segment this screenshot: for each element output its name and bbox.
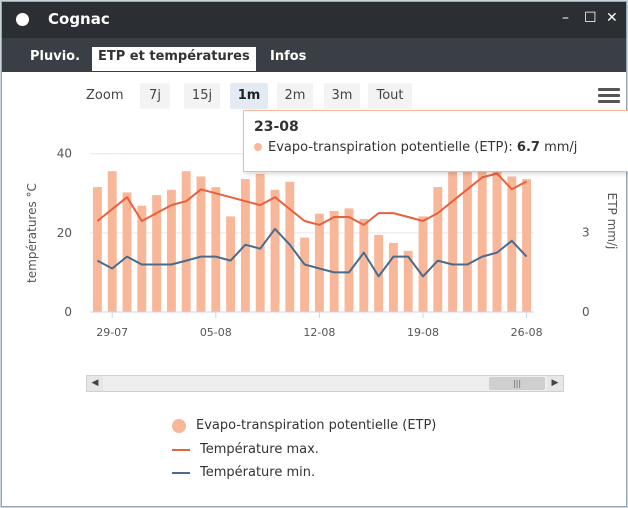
legend-label-tmax: Température max. [200, 442, 319, 457]
legend-dot-icon [172, 418, 186, 433]
navigator-scrollbar[interactable]: ◀ ||| ▶ [86, 375, 564, 392]
etp-bar [418, 216, 428, 312]
tooltip-unit: mm/j [544, 140, 578, 155]
etp-bar [92, 187, 102, 312]
etp-bar [122, 192, 132, 312]
etp-bar [285, 181, 295, 312]
x-tick-label: 05-08 [200, 326, 232, 339]
etp-bar [270, 189, 280, 312]
etp-bar [314, 213, 324, 312]
etp-bar [329, 211, 339, 312]
legend-item-etp[interactable]: Evapo-transpiration potentielle (ETP) [172, 418, 436, 433]
y-right-tick-label: 3 [582, 225, 590, 239]
tooltip-line: Evapo-transpiration potentielle (ETP): 6… [254, 140, 577, 155]
scroll-thumb[interactable]: ||| [489, 377, 545, 390]
y-left-tick-label: 0 [64, 305, 72, 319]
etp-bar [433, 187, 443, 312]
etp-bar [300, 237, 310, 312]
y-left-tick-label: 20 [57, 226, 72, 240]
y-left-tick-label: 40 [57, 147, 72, 161]
tmin-line [96, 227, 528, 278]
y-left-axis-title: températures °C [25, 183, 39, 283]
etp-bar [196, 176, 206, 312]
etp-bar [522, 179, 532, 312]
etp-bar [462, 152, 472, 312]
tooltip-marker-icon [254, 143, 262, 151]
y-right-tick-label: 0 [582, 305, 590, 319]
etp-bar [226, 216, 236, 312]
etp-bar [211, 187, 221, 312]
etp-bar [448, 171, 458, 312]
y-right-axis-title: ETP mm/j [605, 193, 619, 250]
legend-label-etp: Evapo-transpiration potentielle (ETP) [196, 418, 437, 433]
x-tick-label: 26-08 [511, 326, 543, 339]
scroll-left-icon[interactable]: ◀ [87, 376, 103, 391]
tooltip-series-label: Evapo-transpiration potentielle (ETP): [268, 140, 513, 155]
legend-label-tmin: Température min. [200, 465, 316, 480]
scroll-right-icon[interactable]: ▶ [547, 376, 563, 391]
legend-line-icon [172, 471, 190, 474]
etp-bar [166, 189, 176, 312]
legend-item-tmin[interactable]: Température min. [172, 465, 315, 480]
x-tick-label: 12-08 [303, 326, 335, 339]
etp-bar [388, 242, 398, 312]
chart-tooltip: 23-08 Evapo-transpiration potentielle (E… [243, 110, 628, 172]
legend-item-tmax[interactable]: Température max. [172, 442, 319, 457]
tmax-line [96, 172, 528, 226]
etp-bar [359, 219, 369, 312]
x-tick-label: 29-07 [96, 326, 128, 339]
etp-bar [107, 171, 117, 312]
legend-line-icon [172, 448, 190, 451]
tooltip-date: 23-08 [254, 119, 299, 135]
etp-bar [344, 208, 354, 312]
x-tick-label: 19-08 [407, 326, 439, 339]
tooltip-value: 6.7 [516, 140, 540, 155]
etp-bar [181, 171, 191, 312]
